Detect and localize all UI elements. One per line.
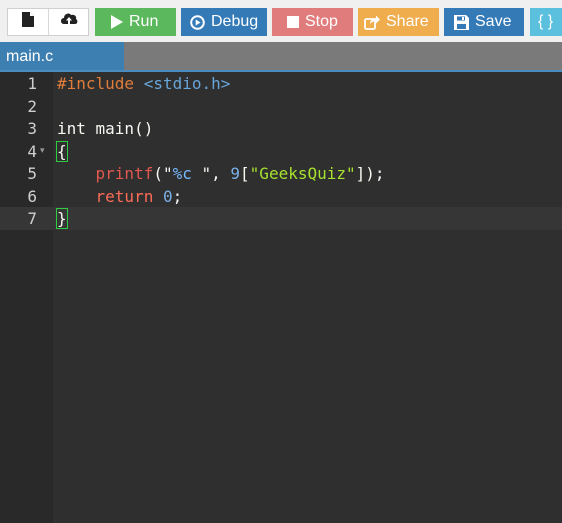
line-number: 4 [27, 142, 37, 161]
code-line-6: return 0; [95, 187, 183, 206]
share-button[interactable]: Share [358, 8, 439, 36]
code-line-7: } [56, 207, 68, 230]
fold-arrow-icon[interactable]: ▾ [40, 140, 48, 163]
toolbar: Run Debug Stop Share Save { } [0, 0, 562, 42]
stop-icon [287, 16, 299, 28]
stop-label: Stop [305, 13, 338, 30]
code-line-1: #include <stdio.h> [57, 72, 230, 95]
line-number: 2 [27, 97, 37, 116]
line-number: 6 [27, 187, 37, 206]
close-brace: } [56, 208, 68, 229]
return-keyword: return [95, 187, 154, 206]
file-button-group [7, 8, 89, 36]
code-line-3: int main() [57, 119, 154, 138]
file-tab-bar: main.c [0, 42, 562, 71]
line-number: 7 [27, 209, 37, 228]
play-icon [111, 15, 123, 29]
stop-button[interactable]: Stop [272, 8, 353, 36]
debug-button[interactable]: Debug [181, 8, 267, 36]
run-label: Run [129, 13, 159, 30]
save-label: Save [475, 13, 512, 30]
number-literal: 9 [230, 164, 241, 183]
include-directive: #include [57, 74, 135, 93]
active-line-highlight [53, 207, 562, 230]
beautify-button[interactable]: { } [530, 8, 562, 36]
tab-label: main.c [6, 48, 54, 65]
line-number: 5 [27, 164, 37, 183]
printf-call: printf [95, 164, 154, 183]
string-literal: "GeeksQuiz" [249, 164, 356, 183]
format-specifier: %c [172, 164, 192, 183]
run-button[interactable]: Run [95, 8, 176, 36]
tab-main-c[interactable]: main.c [0, 42, 124, 71]
line-number: 1 [27, 74, 37, 93]
share-label: Share [386, 13, 429, 30]
save-button[interactable]: Save [444, 8, 524, 36]
number-literal: 0 [162, 187, 173, 206]
line-number: 3 [27, 119, 37, 138]
debug-label: Debug [211, 13, 259, 30]
open-brace: { [56, 141, 68, 162]
code-line-5: printf("%c ", 9["GeeksQuiz"]); [95, 164, 385, 183]
code-line-4: { [56, 140, 68, 163]
include-header: <stdio.h> [143, 74, 231, 93]
floppy-disk-icon [454, 14, 469, 30]
upload-button[interactable] [49, 9, 89, 35]
upload-cloud-icon [60, 12, 78, 32]
share-icon [364, 15, 380, 30]
beautify-label: { } [538, 13, 554, 30]
new-file-button[interactable] [8, 9, 48, 35]
debug-icon [190, 14, 205, 30]
new-file-icon [22, 12, 34, 32]
